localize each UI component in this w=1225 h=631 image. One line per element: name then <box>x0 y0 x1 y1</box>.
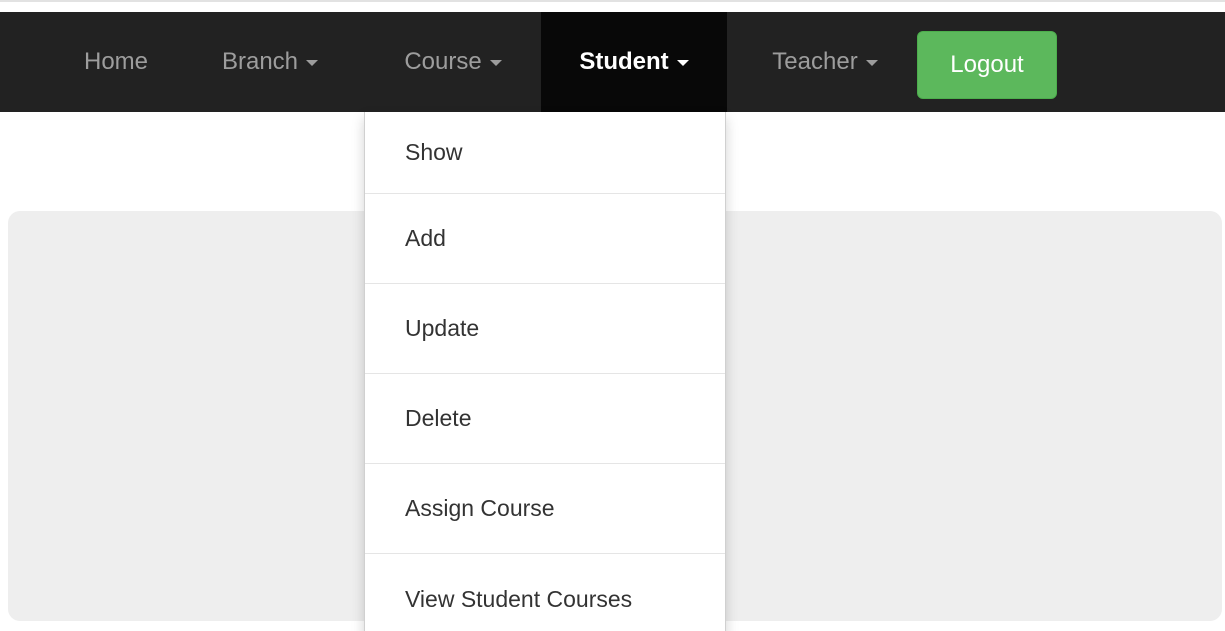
nav-home-label: Home <box>83 48 149 75</box>
nav-home[interactable]: Home <box>60 12 172 112</box>
nav-teacher-label: Teacher <box>772 48 858 75</box>
nav-course-dropdown[interactable]: Course <box>372 12 534 112</box>
logout-button[interactable]: Logout <box>917 31 1057 99</box>
dropdown-item-view-student-courses[interactable]: View Student Courses <box>365 554 725 631</box>
nav-student-dropdown[interactable]: Student <box>541 12 727 112</box>
dropdown-item-assign-course[interactable]: Assign Course <box>365 464 725 554</box>
caret-down-icon <box>489 60 502 66</box>
nav-student-label: Student <box>579 48 669 75</box>
nav-course-label: Course <box>404 48 482 75</box>
top-strip <box>0 0 1225 12</box>
dropdown-item-update[interactable]: Update <box>365 284 725 374</box>
nav-teacher-dropdown[interactable]: Teacher <box>740 12 910 112</box>
nav-branch-label: Branch <box>221 48 299 75</box>
dropdown-item-show[interactable]: Show <box>365 112 725 194</box>
dropdown-item-delete[interactable]: Delete <box>365 374 725 464</box>
caret-down-icon <box>676 60 689 66</box>
nav-branch-dropdown[interactable]: Branch <box>190 12 350 112</box>
dropdown-item-add[interactable]: Add <box>365 194 725 284</box>
caret-down-icon <box>306 60 319 66</box>
student-dropdown-menu: Show Add Update Delete Assign Course Vie… <box>364 112 726 631</box>
navbar: Home Branch Course Student Teacher Logou… <box>0 12 1225 112</box>
caret-down-icon <box>865 60 878 66</box>
page: Home Branch Course Student Teacher Logou… <box>0 0 1225 631</box>
